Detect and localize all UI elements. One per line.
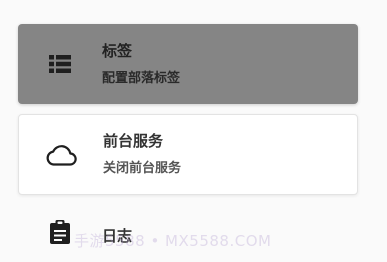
menu-item-text: 标签 配置部落标签 xyxy=(102,41,180,88)
menu-item-title: 标签 xyxy=(102,41,133,60)
menu-item-title: 日志 xyxy=(102,227,133,245)
menu-item-subtitle: 关闭前台服务 xyxy=(103,161,182,176)
menu-item-foreground-service[interactable]: 前台服务 关闭前台服务 xyxy=(18,114,358,195)
menu-item-text: 日志 xyxy=(102,206,132,246)
cloud-icon-wrapper xyxy=(19,144,103,166)
cloud-icon xyxy=(46,144,77,166)
clipboard-icon-wrapper xyxy=(18,206,102,244)
menu-item-logs[interactable]: 日志 xyxy=(18,206,358,262)
list-icon xyxy=(49,55,71,73)
menu-item-subtitle: 配置部落标签 xyxy=(102,70,181,86)
list-icon-wrapper xyxy=(18,55,102,73)
menu-item-title: 前台服务 xyxy=(103,132,164,150)
clipboard-icon xyxy=(50,220,70,244)
settings-menu: 标签 配置部落标签 前台服务 关闭前台服务 日志 手游5588 • MX5588… xyxy=(0,0,387,262)
menu-item-text: 前台服务 关闭前台服务 xyxy=(103,131,181,178)
menu-item-tags[interactable]: 标签 配置部落标签 xyxy=(18,24,358,104)
